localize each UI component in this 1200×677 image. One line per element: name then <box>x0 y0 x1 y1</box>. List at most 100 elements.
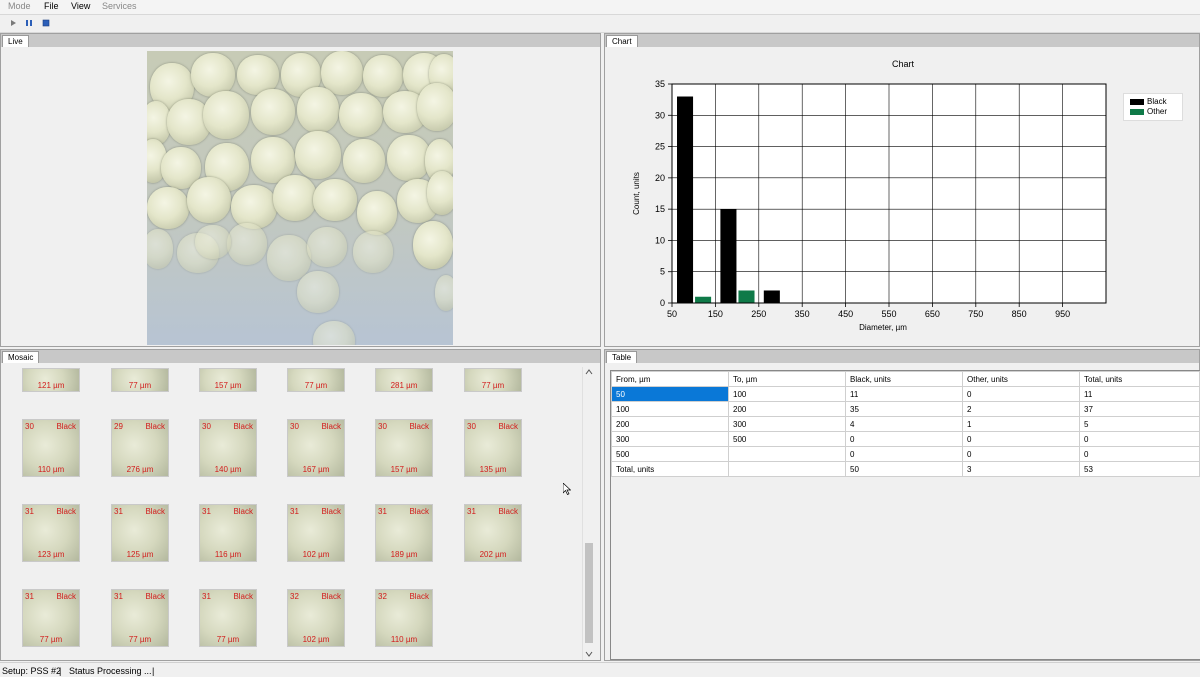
mosaic-thumbnail[interactable]: 31 Black 77 µm <box>199 589 257 647</box>
thumbnail-class-label: Black <box>56 422 76 431</box>
table-cell[interactable]: 50 <box>611 386 729 402</box>
menu-mode[interactable]: Mode <box>8 1 31 11</box>
mosaic-thumbnail[interactable]: 30 Black 157 µm <box>375 419 433 477</box>
tab-table[interactable]: Table <box>606 351 638 363</box>
table-cell[interactable]: 200 <box>611 416 729 432</box>
table-cell[interactable]: 100 <box>611 401 729 417</box>
table-cell[interactable]: 1 <box>962 416 1080 432</box>
table-cell[interactable]: 100 <box>728 386 846 402</box>
scroll-down-icon[interactable] <box>585 651 593 657</box>
table-cell[interactable]: 2 <box>962 401 1080 417</box>
table-cell[interactable]: 300 <box>728 416 846 432</box>
thumbnail-size-label: 125 µm <box>126 550 154 559</box>
table-row[interactable]: 200 300 4 1 5 <box>611 416 1200 432</box>
table-cell[interactable]: 11 <box>1079 386 1200 402</box>
table-cell[interactable] <box>728 461 846 477</box>
table-total-row[interactable]: Total, units 50 3 53 <box>611 461 1200 477</box>
tab-live[interactable]: Live <box>2 35 29 47</box>
mosaic-thumbnail[interactable]: 31 Black 125 µm <box>111 504 169 562</box>
y-axis-label: Count, units <box>632 172 641 215</box>
table-cell[interactable]: Total, units <box>611 461 729 477</box>
col-other[interactable]: Other, units <box>962 371 1080 387</box>
x-tick-label: 750 <box>968 309 983 319</box>
mosaic-thumbnail[interactable]: 31 Black 116 µm <box>199 504 257 562</box>
col-total[interactable]: Total, units <box>1079 371 1200 387</box>
play-icon[interactable] <box>8 18 18 28</box>
menu-file[interactable]: File <box>44 1 59 11</box>
col-from[interactable]: From, µm <box>611 371 729 387</box>
table-cell[interactable]: 4 <box>845 416 963 432</box>
scroll-up-icon[interactable] <box>585 369 593 375</box>
mosaic-thumbnail[interactable]: 32 Black 102 µm <box>287 589 345 647</box>
tab-mosaic[interactable]: Mosaic <box>2 351 40 363</box>
stop-icon[interactable] <box>41 18 51 28</box>
table-cell[interactable]: 0 <box>1079 446 1200 462</box>
mosaic-thumbnail[interactable]: 30 Black 135 µm <box>464 419 522 477</box>
table-cell[interactable]: 0 <box>1079 431 1200 447</box>
table-cell[interactable] <box>728 446 846 462</box>
table-cell[interactable]: 0 <box>845 446 963 462</box>
table-cell[interactable]: 0 <box>962 386 1080 402</box>
y-tick-label: 35 <box>655 79 665 89</box>
table-cell[interactable]: 53 <box>1079 461 1200 477</box>
table-row[interactable]: 300 500 0 0 0 <box>611 431 1200 447</box>
mosaic-scroll-thumb[interactable] <box>585 543 593 643</box>
mosaic-thumbnail[interactable]: 30 Black 167 µm <box>287 419 345 477</box>
mosaic-thumbnail[interactable]: 29 Black 276 µm <box>111 419 169 477</box>
x-tick-label: 50 <box>667 309 677 319</box>
mosaic-thumbnail[interactable]: 30 Black 110 µm <box>22 419 80 477</box>
mosaic-scrollbar[interactable] <box>582 367 595 660</box>
table-row[interactable]: 500 0 0 0 <box>611 446 1200 462</box>
pause-icon[interactable] <box>24 18 34 28</box>
mosaic-thumbnail[interactable]: 32 Black 110 µm <box>375 589 433 647</box>
thumbnail-size-label: 110 µm <box>37 465 65 474</box>
table-cell[interactable]: 3 <box>962 461 1080 477</box>
mosaic-thumbnail[interactable]: 281 µm <box>375 368 433 392</box>
thumbnail-class-label: Black <box>145 422 165 431</box>
mosaic-grid: 121 µm 77 µm 157 µm 77 µm 281 µm 77 µm 30 Black… <box>2 364 599 660</box>
mosaic-thumbnail[interactable]: 31 Black 77 µm <box>111 589 169 647</box>
mosaic-thumbnail[interactable]: 121 µm <box>22 368 80 392</box>
status-setup: Setup: PSS #2 <box>2 666 62 676</box>
x-tick-label: 950 <box>1055 309 1070 319</box>
menu-services[interactable]: Services <box>102 1 137 11</box>
mosaic-thumbnail[interactable]: 31 Black 202 µm <box>464 504 522 562</box>
thumbnail-size-label: 77 µm <box>481 381 505 390</box>
table-cell[interactable]: 37 <box>1079 401 1200 417</box>
table-row[interactable]: 50 100 11 0 11 <box>611 386 1200 402</box>
mosaic-thumbnail[interactable]: 31 Black 189 µm <box>375 504 433 562</box>
mosaic-thumbnail[interactable]: 77 µm <box>464 368 522 392</box>
table-cell[interactable]: 5 <box>1079 416 1200 432</box>
mosaic-thumbnail[interactable]: 157 µm <box>199 368 257 392</box>
thumbnail-class-label: Black <box>409 507 429 516</box>
table-cell[interactable]: 35 <box>845 401 963 417</box>
table-cell[interactable]: 500 <box>611 446 729 462</box>
status-separator: | <box>59 666 62 676</box>
table-cell[interactable]: 500 <box>728 431 846 447</box>
menu-view[interactable]: View <box>71 1 90 11</box>
particle-bead <box>307 227 347 267</box>
mosaic-thumbnail[interactable]: 30 Black 140 µm <box>199 419 257 477</box>
mosaic-thumbnail[interactable]: 31 Black 123 µm <box>22 504 80 562</box>
table-cell[interactable]: 50 <box>845 461 963 477</box>
mosaic-thumbnail[interactable]: 31 Black 102 µm <box>287 504 345 562</box>
y-tick-label: 15 <box>655 204 665 214</box>
thumbnail-id-label: 29 <box>114 422 123 431</box>
table-cell[interactable]: 11 <box>845 386 963 402</box>
table-cell[interactable]: 0 <box>962 431 1080 447</box>
table-cell[interactable]: 200 <box>728 401 846 417</box>
table-row[interactable]: 100 200 35 2 37 <box>611 401 1200 417</box>
mosaic-thumbnail[interactable]: 77 µm <box>287 368 345 392</box>
tab-chart[interactable]: Chart <box>606 35 638 47</box>
col-black[interactable]: Black, units <box>845 371 963 387</box>
col-to[interactable]: To, µm <box>728 371 846 387</box>
table-cell[interactable]: 0 <box>962 446 1080 462</box>
thumbnail-class-label: Black <box>233 507 253 516</box>
mosaic-thumbnail[interactable]: 31 Black 77 µm <box>22 589 80 647</box>
y-tick-label: 0 <box>660 298 665 308</box>
x-axis-label: Diameter, µm <box>859 323 907 332</box>
mosaic-thumbnail[interactable]: 77 µm <box>111 368 169 392</box>
table-cell[interactable]: 300 <box>611 431 729 447</box>
mosaic-panel: Mosaic 121 µm 77 µm 157 µm 77 µm 281 µm 77 µm… <box>0 349 601 661</box>
table-cell[interactable]: 0 <box>845 431 963 447</box>
